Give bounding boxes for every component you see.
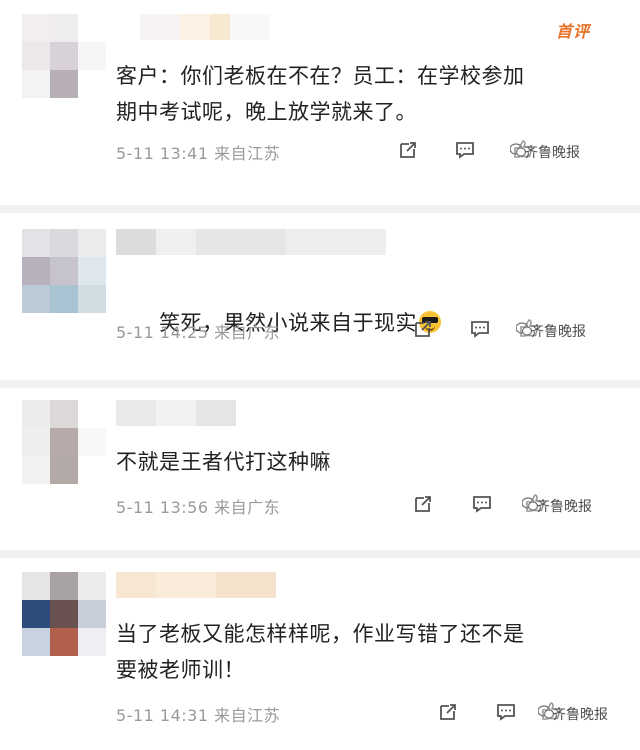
comment-item: 当了老板又能怎样样呢，作业写错了还不是 要被老师训！ 5-11 14:31 来自…: [0, 558, 640, 750]
share-icon[interactable]: [413, 494, 433, 514]
comment-icon[interactable]: [472, 494, 492, 514]
comment-timestamp: 5-11 14:31: [116, 706, 209, 725]
comment-location: 来自广东: [214, 498, 281, 517]
comment-timestamp: 5-11 13:41: [116, 144, 209, 163]
comment-timestamp: 5-11 14:25: [116, 323, 209, 342]
comment-meta: 5-11 14:31 来自江苏: [116, 702, 280, 726]
comment-meta: 5-11 14:25 来自广东: [116, 319, 280, 343]
comment-timestamp: 5-11 13:56: [116, 498, 209, 517]
divider: [0, 380, 640, 388]
comment-meta: 5-11 13:56 来自广东: [116, 494, 280, 518]
comment-icon[interactable]: [496, 702, 516, 722]
comment-text: 客户：你们老板在不在？员工：在学校参加 期中考试呢，晚上放学就来了。: [116, 64, 525, 124]
comment-text: 当了老板又能怎样样呢，作业写错了还不是 要被老师训！: [116, 622, 525, 682]
avatar[interactable]: [22, 229, 106, 313]
watermark: 齐鲁晚报: [524, 145, 580, 161]
username-blurred[interactable]: [140, 14, 270, 40]
watermark: 齐鲁晚报: [530, 324, 586, 340]
divider: [0, 550, 640, 558]
comment-location: 来自江苏: [214, 144, 281, 163]
watermark: 齐鲁晚报: [536, 499, 592, 515]
avatar[interactable]: [22, 572, 106, 656]
like-button[interactable]: 齐鲁晚报: [509, 138, 612, 162]
divider: [0, 205, 640, 213]
username-blurred[interactable]: [116, 229, 386, 255]
comment-meta: 5-11 13:41 来自江苏: [116, 140, 280, 164]
comment-item: 客户：你们老板在不在？员工：在学校参加 期中考试呢，晚上放学就来了。 5-11 …: [0, 0, 640, 205]
like-button[interactable]: 齐鲁晚报: [521, 492, 624, 516]
share-icon[interactable]: [398, 140, 418, 160]
comment-location: 来自广东: [214, 323, 281, 342]
comment-icon[interactable]: [470, 319, 490, 339]
comment-item: 不就是王者代打这种嘛 5-11 13:56 来自广东 齐鲁晚报: [0, 388, 640, 550]
watermark: 齐鲁晚报: [552, 707, 608, 723]
comment-icon[interactable]: [455, 140, 475, 160]
share-icon[interactable]: [413, 319, 433, 339]
like-button[interactable]: 齐鲁晚报: [515, 317, 618, 341]
comment-item: 笑死，果然小说来自于现实 5-11 14:25 来自广东 齐鲁晚报: [0, 213, 640, 380]
comment-feed: 首评 客户：你们老板在不在？员工：在学校参加 期中考试呢，晚上放学就来了。 5-…: [0, 0, 640, 750]
username-blurred[interactable]: [116, 400, 236, 426]
comment-text: 不就是王者代打这种嘛: [116, 450, 331, 474]
username-blurred[interactable]: [116, 572, 276, 598]
share-icon[interactable]: [438, 702, 458, 722]
like-button[interactable]: 齐鲁晚报: [537, 700, 640, 724]
comment-location: 来自江苏: [214, 706, 281, 725]
avatar[interactable]: [22, 400, 106, 484]
avatar[interactable]: [22, 14, 106, 98]
